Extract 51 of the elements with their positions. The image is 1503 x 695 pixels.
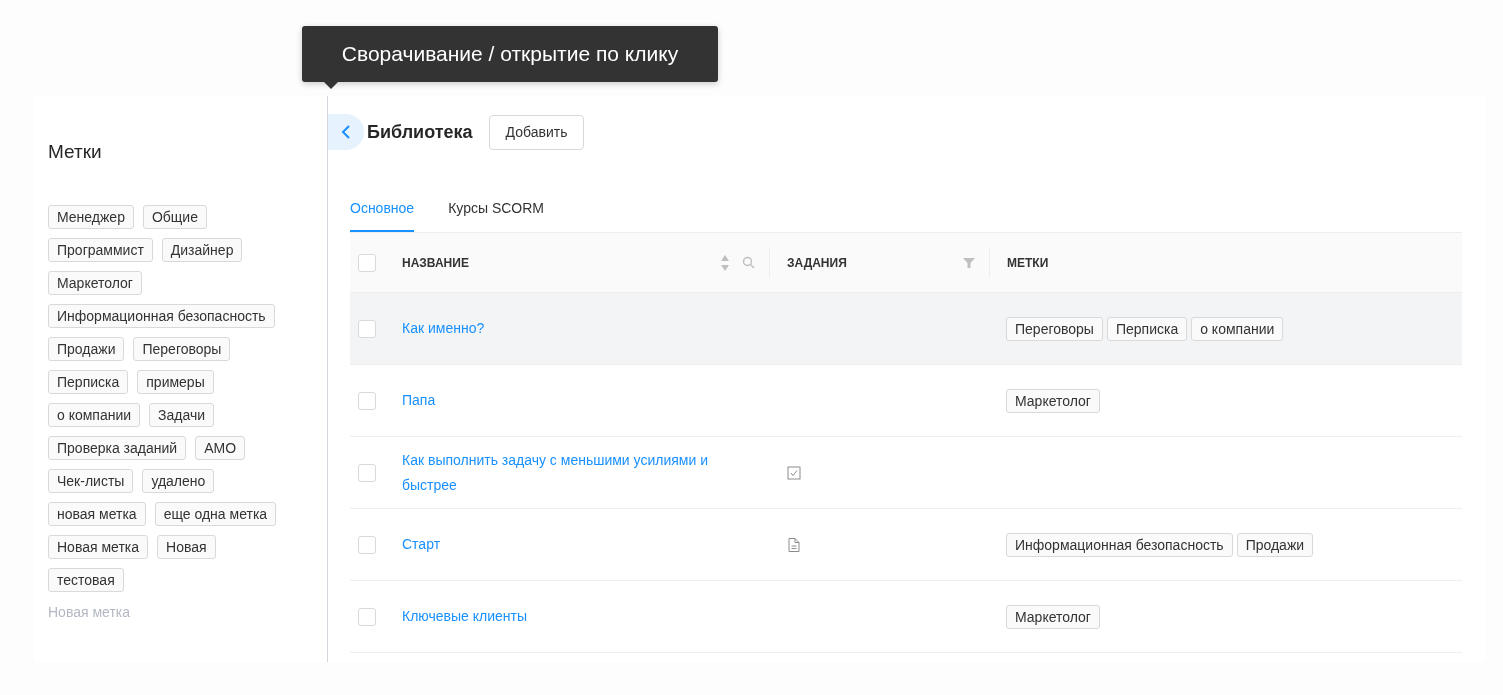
row-checkbox[interactable] [358,607,376,626]
column-header: НАЗВАНИЕ [402,255,469,270]
tag: Перписка [1106,316,1188,341]
checkbox-icon [787,465,801,480]
row-checkbox[interactable] [358,391,376,410]
tooltip: Сворачивание / открытие по клику [302,26,718,82]
tag[interactable]: новая метка [48,502,146,526]
tag[interactable]: Новая метка [48,535,148,559]
page-title: Библиотека [367,121,473,143]
tag[interactable]: примеры [137,370,214,394]
search-icon [742,256,755,269]
tag[interactable]: Проверка заданий [48,436,187,460]
tag: Информационная безопасность [1006,532,1233,557]
collapse-button[interactable] [328,114,364,150]
row-checkbox[interactable] [358,535,376,554]
row-checkbox[interactable] [358,319,376,338]
select-all-checkbox[interactable] [358,253,376,272]
tag[interactable]: Информационная безопасность [48,304,275,328]
tag: о компании [1191,316,1284,341]
tag[interactable]: Маркетолог [48,271,142,295]
tag[interactable]: Менеджер [48,205,134,229]
tag[interactable]: Дизайнер [161,238,243,262]
column-header: МЕТКИ [1007,255,1049,270]
tag[interactable]: о компании [48,403,141,427]
column-header: ЗАДАНИЯ [787,255,847,270]
tag: Маркетолог [1006,388,1100,413]
row-checkbox[interactable] [358,463,376,482]
document-icon [787,537,801,552]
tag[interactable]: Общие [142,205,207,229]
tag[interactable]: Перписка [48,370,129,394]
tag[interactable]: еще одна метка [154,502,277,526]
tag[interactable]: тестовая [48,568,124,592]
chevron-left-icon [341,124,351,140]
tooltip-arrow [324,82,338,89]
sort-icon [720,253,730,272]
sidebar-title: Метки [48,140,103,164]
add-button[interactable]: Добавить [488,114,585,150]
tag[interactable]: Задачи [149,403,215,427]
tag: Маркетолог [1006,604,1100,629]
tag[interactable]: удалено [142,469,215,493]
tag[interactable]: Программист [48,238,153,262]
tag[interactable]: Новая [157,535,216,559]
new-tag-field[interactable]: Новая метка [48,604,248,620]
tag: Продажи [1236,532,1314,557]
tag[interactable]: Переговоры [133,337,231,361]
tab[interactable]: Курсы SCORM [448,200,544,232]
tag[interactable]: Чек-листы [48,469,134,493]
filter-icon [963,256,975,269]
tag: Переговоры [1006,316,1103,341]
tag[interactable]: АМО [195,436,246,460]
tag[interactable]: Продажи [48,337,125,361]
